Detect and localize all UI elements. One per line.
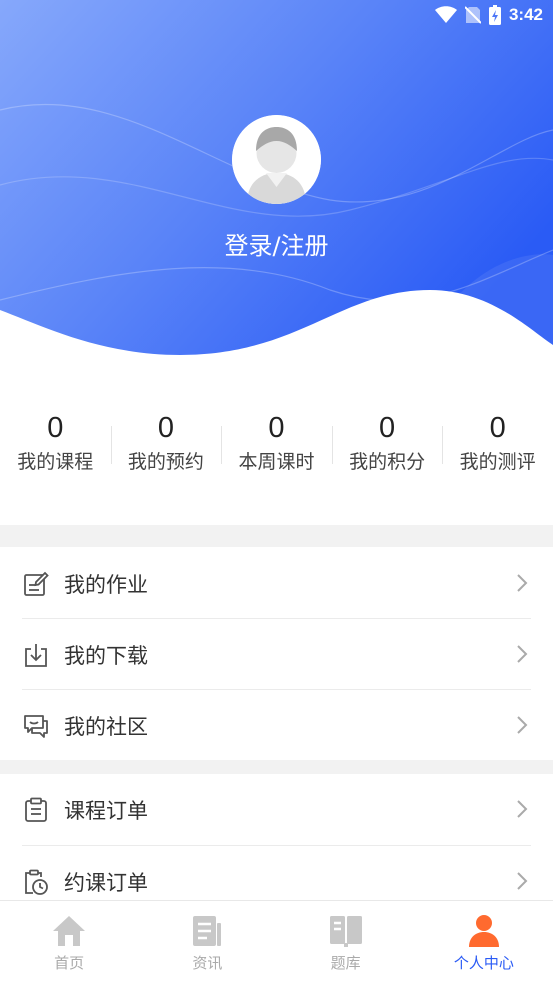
menu-label: 课程订单 bbox=[64, 798, 148, 823]
menu-course-orders[interactable]: 课程订单 bbox=[0, 774, 553, 845]
status-time: 3:42 bbox=[508, 5, 543, 24]
default-avatar-icon bbox=[232, 115, 321, 204]
stat-my-courses[interactable]: 0 我的课程 bbox=[0, 408, 111, 480]
book-icon bbox=[329, 916, 362, 947]
avatar[interactable] bbox=[232, 115, 321, 204]
stats-row: 0 我的课程 0 我的预约 0 本周课时 0 我的积分 0 我的测评 bbox=[0, 408, 553, 480]
home-icon bbox=[53, 916, 86, 946]
person-icon bbox=[468, 915, 499, 947]
status-bar: 3:42 bbox=[0, 0, 553, 30]
login-register-link[interactable]: 登录/注册 bbox=[0, 226, 553, 261]
no-sim-icon bbox=[464, 6, 481, 24]
menu-label: 我的作业 bbox=[64, 572, 148, 597]
download-icon bbox=[25, 644, 47, 667]
tab-label: 题库 bbox=[330, 954, 361, 972]
stat-value: 0 bbox=[157, 412, 174, 444]
chevron-right-icon bbox=[517, 872, 528, 890]
tab-label: 资讯 bbox=[192, 954, 223, 972]
stat-my-points[interactable]: 0 我的积分 bbox=[331, 408, 443, 480]
tab-home[interactable]: 首页 bbox=[0, 901, 138, 983]
tab-label: 个人中心 bbox=[453, 954, 514, 972]
stat-label: 我的测评 bbox=[459, 451, 536, 473]
chevron-right-icon bbox=[517, 574, 528, 592]
news-icon bbox=[193, 916, 222, 946]
menu-label: 我的下载 bbox=[64, 643, 148, 668]
chevron-right-icon bbox=[517, 645, 528, 663]
tab-question-bank[interactable]: 题库 bbox=[277, 901, 415, 983]
stat-value: 0 bbox=[489, 412, 506, 444]
stat-label: 我的预约 bbox=[127, 451, 204, 473]
stat-value: 0 bbox=[379, 412, 396, 444]
menu-my-community[interactable]: 我的社区 bbox=[0, 690, 553, 761]
stat-my-reservations[interactable]: 0 我的预约 bbox=[110, 408, 222, 480]
edit-icon bbox=[24, 571, 49, 596]
tab-label: 首页 bbox=[54, 954, 85, 972]
section-gap bbox=[0, 525, 553, 547]
chat-icon bbox=[24, 715, 48, 738]
stat-weekly-hours[interactable]: 0 本周课时 bbox=[221, 408, 332, 480]
chevron-right-icon bbox=[517, 716, 528, 734]
bottom-tab-bar: 首页 资讯 题库 个人中心 bbox=[0, 900, 553, 983]
battery-charging-icon bbox=[488, 5, 501, 25]
menu-my-homework[interactable]: 我的作业 bbox=[0, 548, 553, 619]
stat-label: 我的课程 bbox=[17, 451, 94, 473]
chevron-right-icon bbox=[517, 800, 528, 818]
schedule-icon bbox=[25, 869, 48, 895]
menu-my-downloads[interactable]: 我的下载 bbox=[0, 619, 553, 690]
clipboard-icon bbox=[25, 797, 47, 822]
profile-header: 3:42 登录/注册 bbox=[0, 0, 553, 370]
stat-value: 0 bbox=[47, 412, 64, 444]
stat-my-assessments[interactable]: 0 我的测评 bbox=[442, 408, 553, 480]
wifi-icon bbox=[434, 6, 457, 23]
stat-label: 我的积分 bbox=[349, 451, 426, 473]
stat-label: 本周课时 bbox=[238, 451, 315, 473]
menu-label: 约课订单 bbox=[64, 870, 148, 895]
stat-value: 0 bbox=[268, 412, 285, 444]
menu-label: 我的社区 bbox=[64, 714, 148, 739]
tab-news[interactable]: 资讯 bbox=[138, 901, 276, 983]
section-gap bbox=[0, 760, 553, 774]
tab-personal-center[interactable]: 个人中心 bbox=[415, 901, 553, 983]
